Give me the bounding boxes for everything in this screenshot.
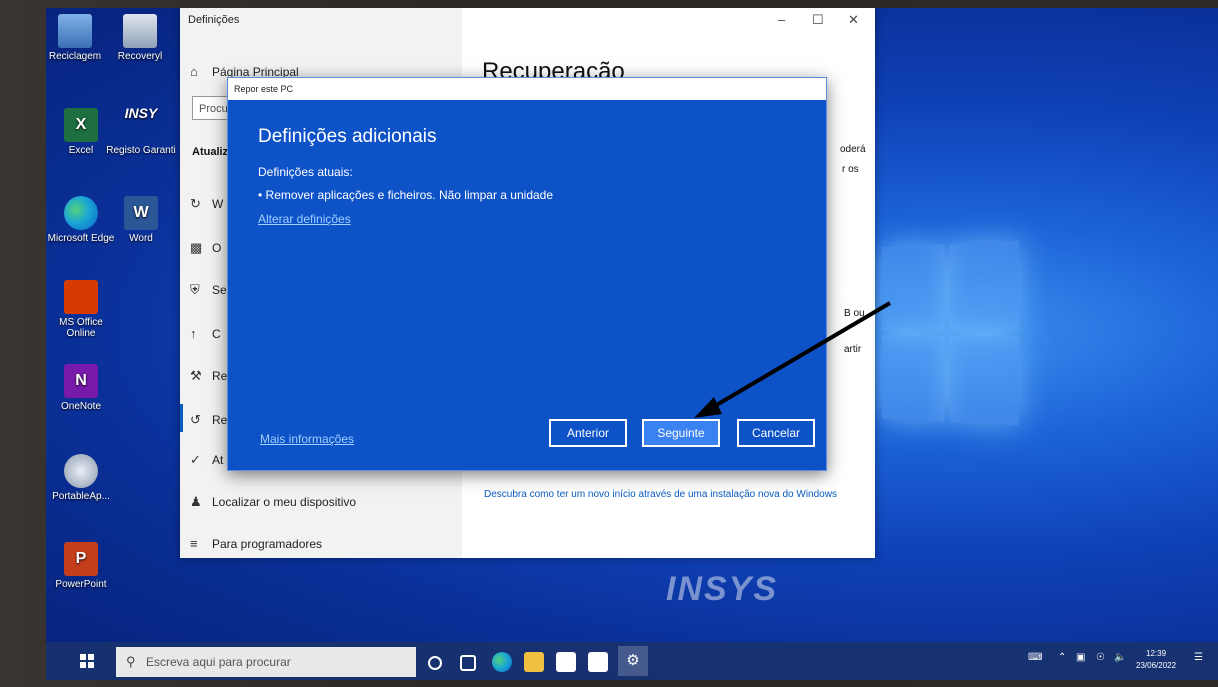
nav-item-developers[interactable]: ≡ Para programadores (190, 536, 322, 551)
nav-item-delivery[interactable]: ▩ O (190, 240, 221, 256)
nav-active-indicator (180, 404, 183, 432)
powerpoint-icon: P (64, 542, 98, 576)
nav-item-find-device[interactable]: ♟ Localizar o meu dispositivo (190, 494, 356, 510)
nav-item-recovery[interactable]: ↺ Re (190, 412, 227, 428)
nav-item-activation[interactable]: ✓ At (190, 452, 223, 468)
excel-icon: X (64, 108, 98, 142)
change-settings-link[interactable]: Alterar definições (258, 212, 351, 226)
settings-section-label: Atualiz (192, 146, 229, 158)
current-settings-value: • Remover aplicações e ficheiros. Não li… (258, 188, 554, 202)
delivery-icon: ▩ (190, 240, 203, 255)
keyboard-icon[interactable]: ⌨ (1028, 652, 1042, 663)
task-view-icon[interactable] (460, 655, 476, 671)
desktop-icon-portableapps[interactable]: PortableAp... (46, 454, 116, 502)
desktop-icon-registo-garantia[interactable]: INSY Registo Garanti (106, 105, 176, 156)
store-icon[interactable] (556, 652, 576, 672)
office-icon (64, 280, 98, 314)
home-icon: ⌂ (190, 64, 198, 79)
upload-icon: ↑ (190, 326, 197, 341)
desktop-icon-recovery[interactable]: Recoveryl (104, 14, 176, 62)
desktop-icon-recycle-bin[interactable]: Reciclagem (46, 14, 110, 62)
check-circle-icon: ✓ (190, 452, 201, 467)
settings-titlebar: Definições – ☐ ✕ (180, 8, 875, 36)
mail-icon[interactable] (588, 652, 608, 672)
insys-icon: INSY (124, 105, 158, 121)
taskbar: ⚲ Escreva aqui para procurar ⚙ ⌨ ⌃ ▣ ☉ 🔈… (46, 642, 1218, 680)
recycle-bin-icon (58, 14, 92, 48)
desktop-icon-word[interactable]: W Word (106, 196, 176, 244)
recovery-icon (123, 14, 157, 48)
clock-time: 12:39 (1146, 649, 1167, 658)
reset-pc-dialog: Repor este PC Definições adicionais Defi… (227, 77, 827, 471)
onenote-icon: N (64, 364, 98, 398)
dialog-heading: Definições adicionais (258, 126, 437, 147)
desktop-icon-ms-office-online[interactable]: MS Office Online (46, 280, 116, 339)
gear-icon: ⚙ (626, 652, 640, 669)
nav-item-security[interactable]: ⛨ Se (190, 282, 227, 298)
nav-item-windows-update[interactable]: ↻ W (190, 196, 223, 212)
windows-start-icon[interactable] (80, 654, 94, 668)
language-icon[interactable]: ☉ (1096, 652, 1105, 663)
dialog-title: Repor este PC (228, 78, 826, 100)
right-text-fragment: B ou (844, 308, 865, 319)
word-icon: W (124, 196, 158, 230)
right-text-fragment: artir (844, 344, 862, 355)
right-text-fragment: r os (842, 164, 859, 175)
volume-icon[interactable]: 🔈 (1114, 652, 1126, 663)
minimize-icon[interactable]: – (778, 12, 785, 27)
more-info-link[interactable]: Mais informações (260, 432, 354, 446)
cancel-button[interactable]: Cancelar (737, 419, 815, 447)
portableapps-icon (64, 454, 98, 488)
file-explorer-icon[interactable] (524, 652, 544, 672)
windows-wallpaper-logo (882, 240, 1020, 428)
desktop-screen: Reciclagem Recoveryl X Excel INSY Regist… (46, 8, 1218, 680)
cortana-icon[interactable] (428, 656, 442, 670)
wrench-icon: ⚒ (190, 368, 202, 383)
network-icon[interactable]: ▣ (1076, 652, 1085, 663)
search-icon: ⚲ (126, 654, 136, 669)
refresh-icon: ↻ (190, 196, 201, 211)
fresh-start-link[interactable]: Descubra como ter um novo início através… (484, 488, 864, 502)
desktop-icon-powerpoint[interactable]: P PowerPoint (46, 542, 116, 590)
taskbar-clock[interactable]: 12:39 23/06/2022 (1136, 648, 1176, 672)
settings-window-title: Definições (188, 14, 240, 26)
recovery-nav-icon: ↺ (190, 412, 201, 427)
shield-icon: ⛨ (190, 282, 200, 297)
person-location-icon: ♟ (190, 494, 202, 509)
chevron-up-icon[interactable]: ⌃ (1058, 652, 1066, 663)
notifications-icon[interactable]: ☰ (1194, 652, 1203, 663)
edge-taskbar-icon[interactable] (492, 652, 512, 672)
taskbar-search-input[interactable]: ⚲ Escreva aqui para procurar (116, 647, 416, 677)
next-button[interactable]: Seguinte (642, 419, 720, 447)
settings-taskbar-button[interactable]: ⚙ (618, 646, 648, 676)
clock-date: 23/06/2022 (1136, 661, 1177, 670)
insys-watermark: INSYS (666, 570, 779, 608)
current-settings-label: Definições atuais: (258, 165, 353, 179)
nav-item-backup[interactable]: ↑ C (190, 326, 221, 341)
nav-item-troubleshoot[interactable]: ⚒ Re (190, 368, 227, 384)
maximize-icon[interactable]: ☐ (812, 12, 824, 28)
back-button[interactable]: Anterior (549, 419, 627, 447)
developer-tools-icon: ≡ (190, 536, 198, 551)
desktop-icon-onenote[interactable]: N OneNote (46, 364, 116, 412)
close-icon[interactable]: ✕ (848, 12, 859, 28)
right-text-fragment: oderá (840, 144, 866, 155)
edge-icon (64, 196, 98, 230)
